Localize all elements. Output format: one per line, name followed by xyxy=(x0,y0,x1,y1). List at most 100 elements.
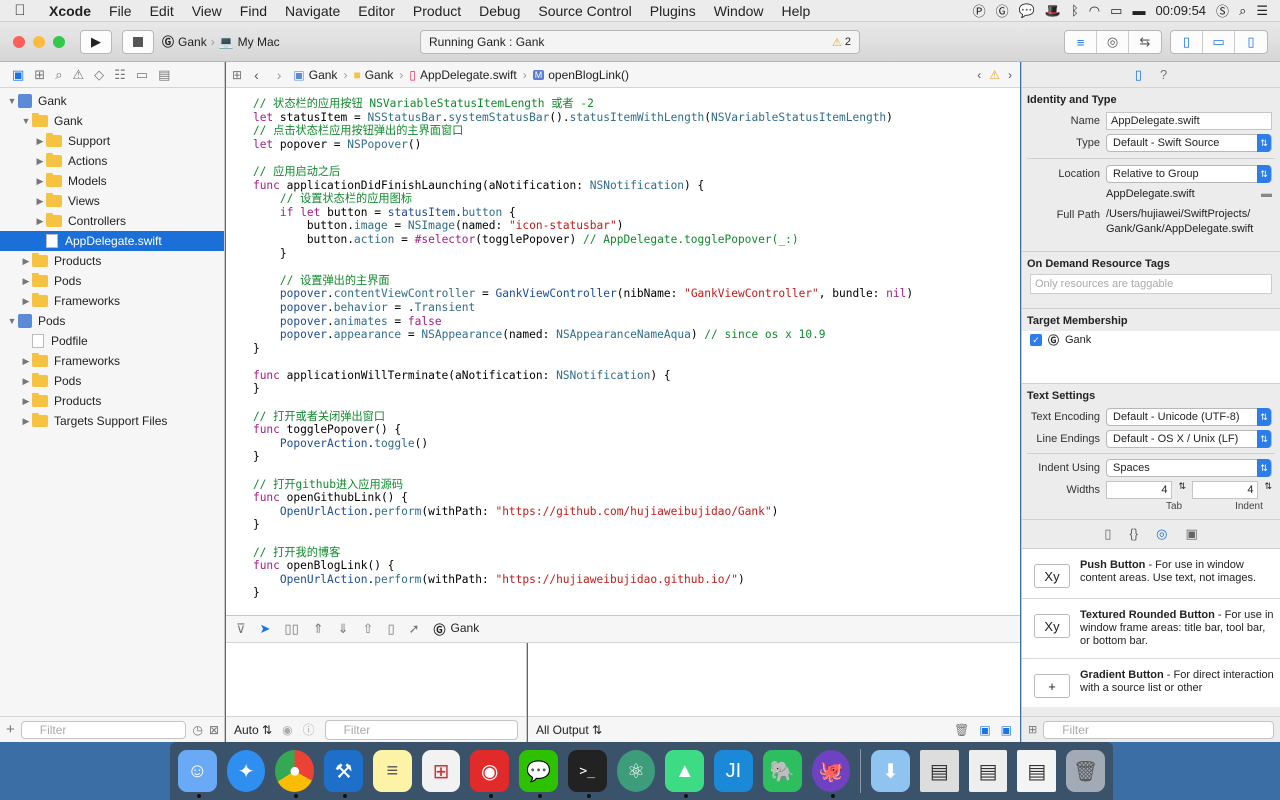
code-line[interactable]: // 设置弹出的主界面 xyxy=(226,274,1020,288)
trash-icon[interactable]: 🗑 xyxy=(1066,750,1105,792)
disclosure-closed-icon[interactable]: ▶ xyxy=(34,196,46,207)
tree-item[interactable]: ▶ Products xyxy=(0,391,224,411)
crumb-group[interactable]: ■ Gank xyxy=(353,68,393,82)
file-template-library-icon[interactable]: ▯ xyxy=(1104,526,1111,542)
github-icon[interactable]: 🐙 xyxy=(811,750,851,798)
s-status-icon[interactable]: Ⓢ xyxy=(1216,1,1229,20)
zoom-window-icon[interactable] xyxy=(53,35,65,48)
minimized-window-icon[interactable]: ▤ xyxy=(1017,750,1057,792)
code-line[interactable]: // 打开或者关闭弹出窗口 xyxy=(226,410,1020,424)
menu-plugins[interactable]: Plugins xyxy=(641,3,705,19)
code-line[interactable] xyxy=(226,396,1020,410)
indent-stepper-icon[interactable]: ⇅ xyxy=(1264,481,1272,499)
library-item[interactable]: + Gradient Button - For direct interactio… xyxy=(1022,659,1280,707)
media-library-icon[interactable]: ▣ xyxy=(1185,526,1197,542)
notes-icon[interactable]: ≡ xyxy=(372,750,412,792)
debug-target[interactable]: Ⓖ Gank xyxy=(434,621,480,638)
minimized-window-icon[interactable]: ▤ xyxy=(968,750,1008,792)
line-endings-select[interactable]: Default - OS X / Unix (LF) xyxy=(1106,430,1272,448)
grid-view-icon[interactable]: ⊞ xyxy=(1028,723,1037,736)
hat-status-icon[interactable]: 🎩 xyxy=(1045,3,1061,19)
tree-item[interactable]: ▶ Support xyxy=(0,131,224,151)
terminal-icon[interactable]: >_ xyxy=(567,750,607,798)
code-line[interactable]: func applicationDidFinishLaunching(aNoti… xyxy=(226,179,1020,193)
menu-find[interactable]: Find xyxy=(231,3,276,19)
split-right-icon[interactable]: ▣ xyxy=(1001,723,1012,737)
code-line[interactable]: } xyxy=(226,342,1020,356)
disclosure-closed-icon[interactable]: ▶ xyxy=(20,376,32,387)
code-line[interactable]: // 打开我的博客 xyxy=(226,546,1020,560)
toggle-navigator-icon[interactable]: ▯ xyxy=(1171,31,1203,53)
step-over-icon[interactable]: ⇑ xyxy=(313,621,324,637)
menu-source-control[interactable]: Source Control xyxy=(529,3,640,19)
tree-item[interactable]: Podfile xyxy=(0,331,224,351)
tree-item[interactable]: ▼ Pods xyxy=(0,311,224,331)
crumb-file[interactable]: ▯ AppDelegate.swift xyxy=(409,68,516,82)
library-filter-input[interactable]: Filter xyxy=(1043,720,1274,739)
wechat-icon[interactable]: 💬 xyxy=(519,750,558,798)
warning-icon[interactable]: ⚠ xyxy=(989,68,1000,82)
disclosure-open-icon[interactable]: ▼ xyxy=(6,96,18,106)
code-line[interactable] xyxy=(226,260,1020,274)
code-line[interactable]: } xyxy=(226,586,1020,600)
code-line[interactable]: popover.animates = false xyxy=(226,315,1020,329)
code-line[interactable] xyxy=(226,355,1020,369)
issue-navigator-icon[interactable]: ⚠ xyxy=(72,67,84,83)
menu-product[interactable]: Product xyxy=(404,3,470,19)
previous-issue-icon[interactable]: ‹ xyxy=(977,68,981,82)
version-editor-icon[interactable]: ⇆ xyxy=(1129,31,1161,53)
location-select[interactable]: Relative to Group xyxy=(1106,165,1272,183)
breakpoints-toggle-icon[interactable]: ➤ xyxy=(260,621,271,637)
code-line[interactable]: button.image = NSImage(named: "icon-stat… xyxy=(226,219,1020,233)
code-line[interactable]: func applicationWillTerminate(aNotificat… xyxy=(226,369,1020,383)
tree-item[interactable]: ▶ Frameworks xyxy=(0,351,224,371)
code-area[interactable]: // 状态栏的应用按钮 NSVariableStatusItemLength 或… xyxy=(226,88,1020,615)
menu-view[interactable]: View xyxy=(183,3,231,19)
bluetooth-icon[interactable]: ᛒ xyxy=(1071,3,1079,18)
menu-window[interactable]: Window xyxy=(705,3,773,19)
code-line[interactable]: func openGithubLink() { xyxy=(226,491,1020,505)
add-icon[interactable]: + xyxy=(6,721,15,738)
menu-navigate[interactable]: Navigate xyxy=(276,3,349,19)
xcode-icon[interactable]: ⚒ xyxy=(324,750,363,798)
quick-help-icon[interactable]: ? xyxy=(1160,67,1167,82)
view-hierarchy-icon[interactable]: ▯ xyxy=(387,621,394,637)
disclosure-closed-icon[interactable]: ▶ xyxy=(20,276,32,287)
safari-icon[interactable]: ✦ xyxy=(226,750,266,792)
g-status-icon[interactable]: Ⓖ xyxy=(996,1,1009,20)
toggle-debug-area-icon[interactable]: ▭ xyxy=(1203,31,1235,53)
code-line[interactable]: } xyxy=(226,247,1020,261)
odr-tags-input[interactable]: Only resources are taggable xyxy=(1030,274,1272,294)
library-item[interactable]: Xy Push Button - For use in window conten… xyxy=(1022,549,1280,599)
disclosure-closed-icon[interactable]: ▶ xyxy=(20,356,32,367)
tree-item[interactable]: ▶ Controllers xyxy=(0,211,224,231)
menu-debug[interactable]: Debug xyxy=(470,3,529,19)
navigator-filter-input[interactable]: Filter xyxy=(20,720,187,739)
debug-navigator-icon[interactable]: ☷ xyxy=(114,67,126,83)
close-window-icon[interactable] xyxy=(13,35,25,48)
code-line[interactable]: OpenUrlAction.perform(withPath: "https:/… xyxy=(226,573,1020,587)
eye-icon[interactable]: ◉ xyxy=(282,723,292,737)
code-line[interactable]: // 状态栏的应用按钮 NSVariableStatusItemLength 或… xyxy=(226,97,1020,111)
encoding-select[interactable]: Default - Unicode (UTF-8) xyxy=(1106,408,1272,426)
back-icon[interactable]: ‹ xyxy=(248,67,265,83)
minimized-window-icon[interactable]: ▤ xyxy=(919,750,959,792)
scheme-selector[interactable]: Ⓖ Gank › 💻 My Mac xyxy=(162,31,280,53)
run-button[interactable]: ▶ xyxy=(80,29,112,54)
warning-indicator[interactable]: ⚠ 2 xyxy=(832,36,851,49)
code-line[interactable] xyxy=(226,464,1020,478)
disclosure-closed-icon[interactable]: ▶ xyxy=(20,256,32,267)
file-inspector-icon[interactable]: ▯ xyxy=(1135,67,1142,83)
pause-icon[interactable]: ▯▯ xyxy=(284,621,298,637)
scm-status-filter-icon[interactable]: ⊠ xyxy=(209,723,219,737)
menu-app[interactable]: Xcode xyxy=(40,3,100,19)
code-line[interactable]: let statusItem = NSStatusBar.systemStatu… xyxy=(226,111,1020,125)
target-checkbox[interactable]: ✓ xyxy=(1030,334,1042,346)
test-navigator-icon[interactable]: ◇ xyxy=(94,67,104,83)
code-line[interactable]: } xyxy=(226,382,1020,396)
finder-icon[interactable]: ☺ xyxy=(178,750,217,798)
object-library-icon[interactable]: ◎ xyxy=(1156,526,1167,542)
code-line[interactable]: } xyxy=(226,450,1020,464)
code-line[interactable]: // 打开github进入应用源码 xyxy=(226,478,1020,492)
code-line[interactable]: func togglePopover() { xyxy=(226,423,1020,437)
